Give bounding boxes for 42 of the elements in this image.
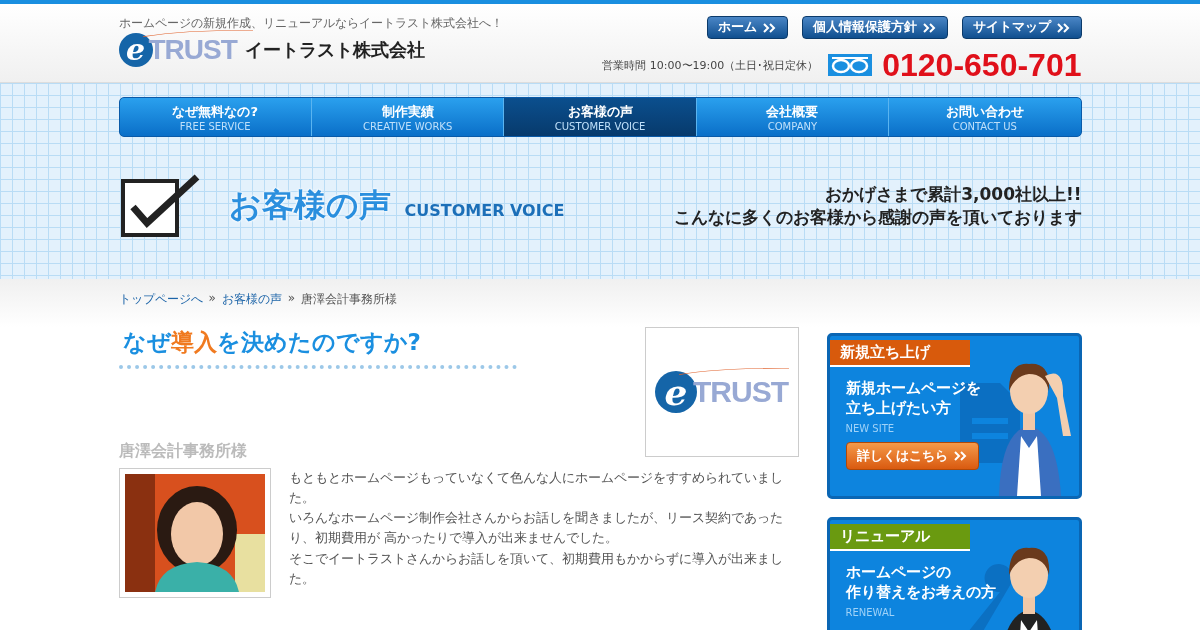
nav-tab[interactable]: お問い合わせ CONTACT US — [889, 98, 1081, 136]
double-chevron-icon — [922, 22, 937, 33]
hero-message: こんなに多くのお客様から感謝の声を頂いております — [673, 206, 1082, 229]
swoosh-icon — [679, 367, 789, 375]
nav-tab[interactable]: 会社概要 COMPANY — [696, 98, 890, 136]
promo-banner[interactable]: リニューアル ホームページの 作り替えをお考えの方 RENEWAL — [826, 517, 1082, 630]
header-link[interactable]: 個人情報保護方針 — [801, 16, 948, 39]
header-link[interactable]: ホーム — [706, 16, 788, 39]
banner-title: 立ち上げたい方 — [845, 398, 952, 419]
testimonial-paragraph: もともとホームページもっていなくて色んな人にホームページをすすめられていました。 — [288, 469, 784, 508]
breadcrumb-separator: » — [208, 291, 216, 307]
banner-title: 作り替えをお考えの方 — [845, 582, 996, 603]
client-name: 唐澤会計事務所様 — [118, 441, 248, 462]
banner-subtitle: NEW SITE — [845, 422, 896, 434]
testimonial-paragraph: そこでイートラストさんからお話しを頂いて、初期費用もかからずに導入が出来ました。 — [288, 549, 784, 588]
ribbon-label: リニューアル — [829, 524, 970, 551]
promo-banner[interactable]: 新規立ち上げ 新規ホームページを 立ち上げたい方 NEW SITE 詳しくはこちら — [826, 333, 1082, 499]
breadcrumb-link[interactable]: お客様の声 — [221, 291, 282, 308]
hero-title: お客様の声 — [228, 185, 391, 226]
banner-title: 新規ホームページを — [845, 378, 981, 399]
breadcrumb-link[interactable]: トップページへ — [118, 291, 203, 308]
header-link[interactable]: サイトマップ — [961, 16, 1082, 39]
ribbon-label: 新規立ち上げ — [829, 340, 970, 367]
company-name: イートラスト株式会社 — [244, 38, 425, 62]
tagline: ホームページの新規作成、リニューアルならイートラスト株式会社へ！ — [118, 15, 503, 31]
hero-subtitle: CUSTOMER VOICE — [404, 200, 565, 220]
freedial-icon — [828, 54, 873, 76]
banner-subtitle: RENEWAL — [845, 606, 896, 618]
double-chevron-icon — [762, 22, 777, 33]
double-chevron-icon — [953, 450, 968, 461]
phone-number: 0120-650-701 — [882, 49, 1082, 81]
breadcrumb-current: 唐澤会計事務所様 — [301, 291, 398, 308]
nav-tab[interactable]: なぜ無料なの? FREE SERVICE — [119, 98, 312, 136]
double-chevron-icon — [1056, 22, 1071, 33]
nav-tab[interactable]: お客様の声 CUSTOMER VOICE — [504, 98, 697, 136]
section-heading: なぜ導入を決めたのですか? — [118, 327, 517, 369]
business-hours: 営業時間 10:00〜19:00（土日･祝日定休） — [602, 57, 819, 73]
details-button[interactable]: 詳しくはこちら — [845, 441, 979, 470]
testimonial-paragraph: いろんなホームページ制作会社さんからお話しを聞きましたが、リース契約であったり、初期費用が 高かったりで導入が出来ませんでした。 — [288, 509, 784, 548]
hero-message: おかげさまで累計3,000社以上!! — [824, 183, 1082, 206]
banner-title: ホームページの — [845, 562, 952, 583]
breadcrumb-separator: » — [287, 291, 296, 307]
